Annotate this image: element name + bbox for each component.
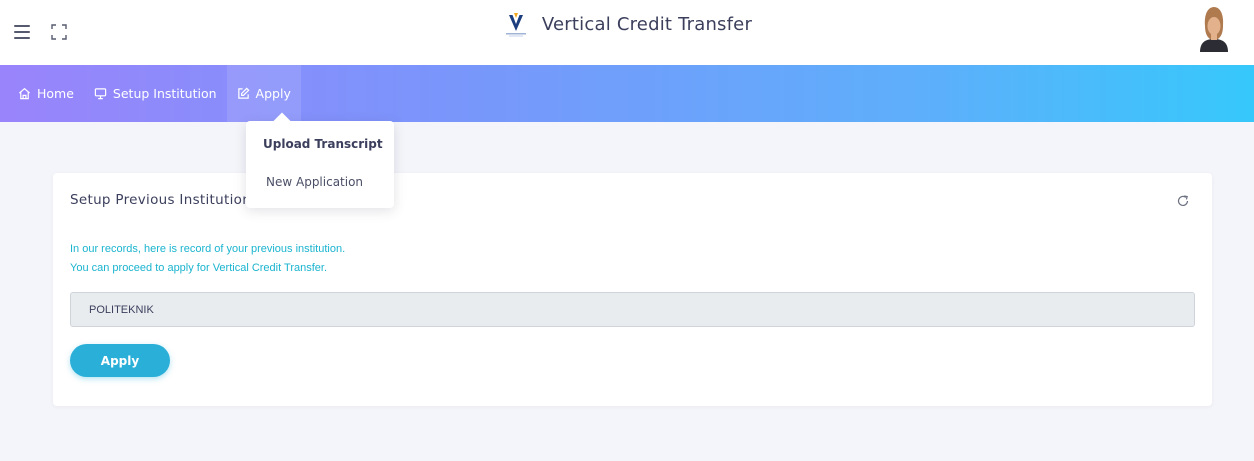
hamburger-icon[interactable] xyxy=(14,25,30,39)
card-title: Setup Previous Institution xyxy=(70,192,252,208)
app-title: Vertical Credit Transfer xyxy=(541,13,753,35)
setup-institution-card: Setup Previous Institution In our record… xyxy=(53,173,1212,406)
refresh-icon[interactable] xyxy=(1176,194,1190,208)
user-avatar[interactable] xyxy=(1196,4,1232,52)
apply-button[interactable]: Apply xyxy=(70,344,170,377)
nav-setup-institution[interactable]: Setup Institution xyxy=(84,65,227,122)
brand-logo-icon xyxy=(505,13,526,37)
info-message-line1: In our records, here is record of your p… xyxy=(70,243,346,255)
top-header: Vertical Credit Transfer xyxy=(0,0,1254,65)
edit-icon xyxy=(237,87,250,99)
nav-home-label: Home xyxy=(37,86,74,101)
info-message-line2: You can proceed to apply for Vertical Cr… xyxy=(70,262,328,274)
nav-apply-label: Apply xyxy=(255,86,291,101)
nav-home[interactable]: Home xyxy=(8,65,84,122)
brand: Vertical Credit Transfer xyxy=(0,0,1254,48)
nav-setup-institution-label: Setup Institution xyxy=(112,86,217,101)
previous-institution-field: POLITEKNIK xyxy=(70,292,1195,327)
apply-dropdown-menu: Upload Transcript New Application xyxy=(246,121,394,208)
menu-item-upload-transcript[interactable]: Upload Transcript xyxy=(263,137,383,151)
menu-item-new-application[interactable]: New Application xyxy=(266,175,363,189)
fullscreen-icon[interactable] xyxy=(50,23,68,41)
monitor-icon xyxy=(94,88,107,100)
main-navbar: Home Setup Institution Apply xyxy=(0,65,1254,122)
nav-apply[interactable]: Apply xyxy=(226,65,301,122)
home-icon xyxy=(19,87,30,100)
